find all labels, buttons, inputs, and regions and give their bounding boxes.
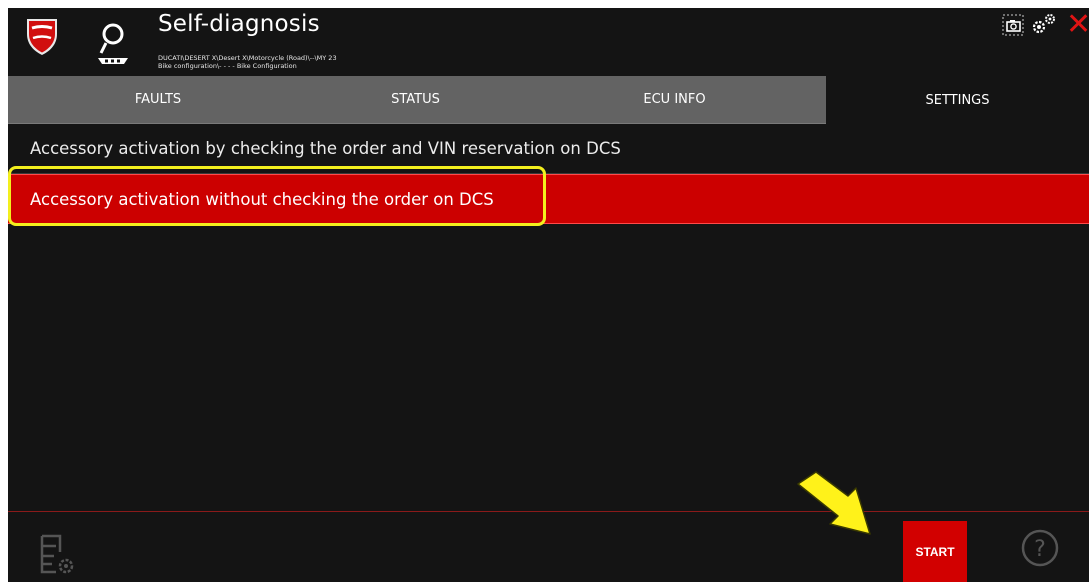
list-item[interactable]: Accessory activation by checking the ord…: [8, 124, 1089, 174]
screenshot-icon[interactable]: [1002, 14, 1024, 36]
svg-text:?: ?: [1034, 537, 1046, 562]
annotation-arrow-icon: [797, 471, 871, 535]
start-button[interactable]: START: [903, 521, 967, 582]
ducati-logo: [27, 19, 57, 55]
list-item-selected[interactable]: Accessory activation without checking th…: [8, 174, 1089, 224]
breadcrumb-config: Bike configuration\- - - - Bike Configur…: [158, 62, 297, 70]
list-settings-icon[interactable]: [38, 534, 78, 576]
settings-list: Accessory activation by checking the ord…: [8, 124, 1089, 224]
app-window: Self-diagnosis DUCATI\DESERT X\Desert X\…: [8, 8, 1089, 582]
settings-gears-icon[interactable]: [1030, 12, 1058, 36]
tab-faults[interactable]: FAULTS: [8, 76, 308, 124]
tab-bar: FAULTS STATUS ECU INFO SETTINGS: [8, 76, 1089, 124]
footer-bar: START ?: [8, 511, 1089, 582]
breadcrumb-path: DUCATI\DESERT X\Desert X\Motorcycle (Roa…: [158, 54, 337, 62]
close-icon[interactable]: ✕: [1066, 8, 1089, 42]
list-item-label: Accessory activation by checking the ord…: [30, 139, 621, 158]
header: Self-diagnosis DUCATI\DESERT X\Desert X\…: [8, 8, 1089, 76]
self-diagnosis-icon: [98, 23, 128, 64]
help-icon[interactable]: ?: [1020, 528, 1060, 568]
list-item-label: Accessory activation without checking th…: [30, 189, 494, 209]
tab-settings[interactable]: SETTINGS: [826, 76, 1089, 124]
page-title: Self-diagnosis: [158, 11, 320, 37]
tab-ecu-info[interactable]: ECU INFO: [523, 76, 826, 124]
tab-status[interactable]: STATUS: [308, 76, 523, 124]
